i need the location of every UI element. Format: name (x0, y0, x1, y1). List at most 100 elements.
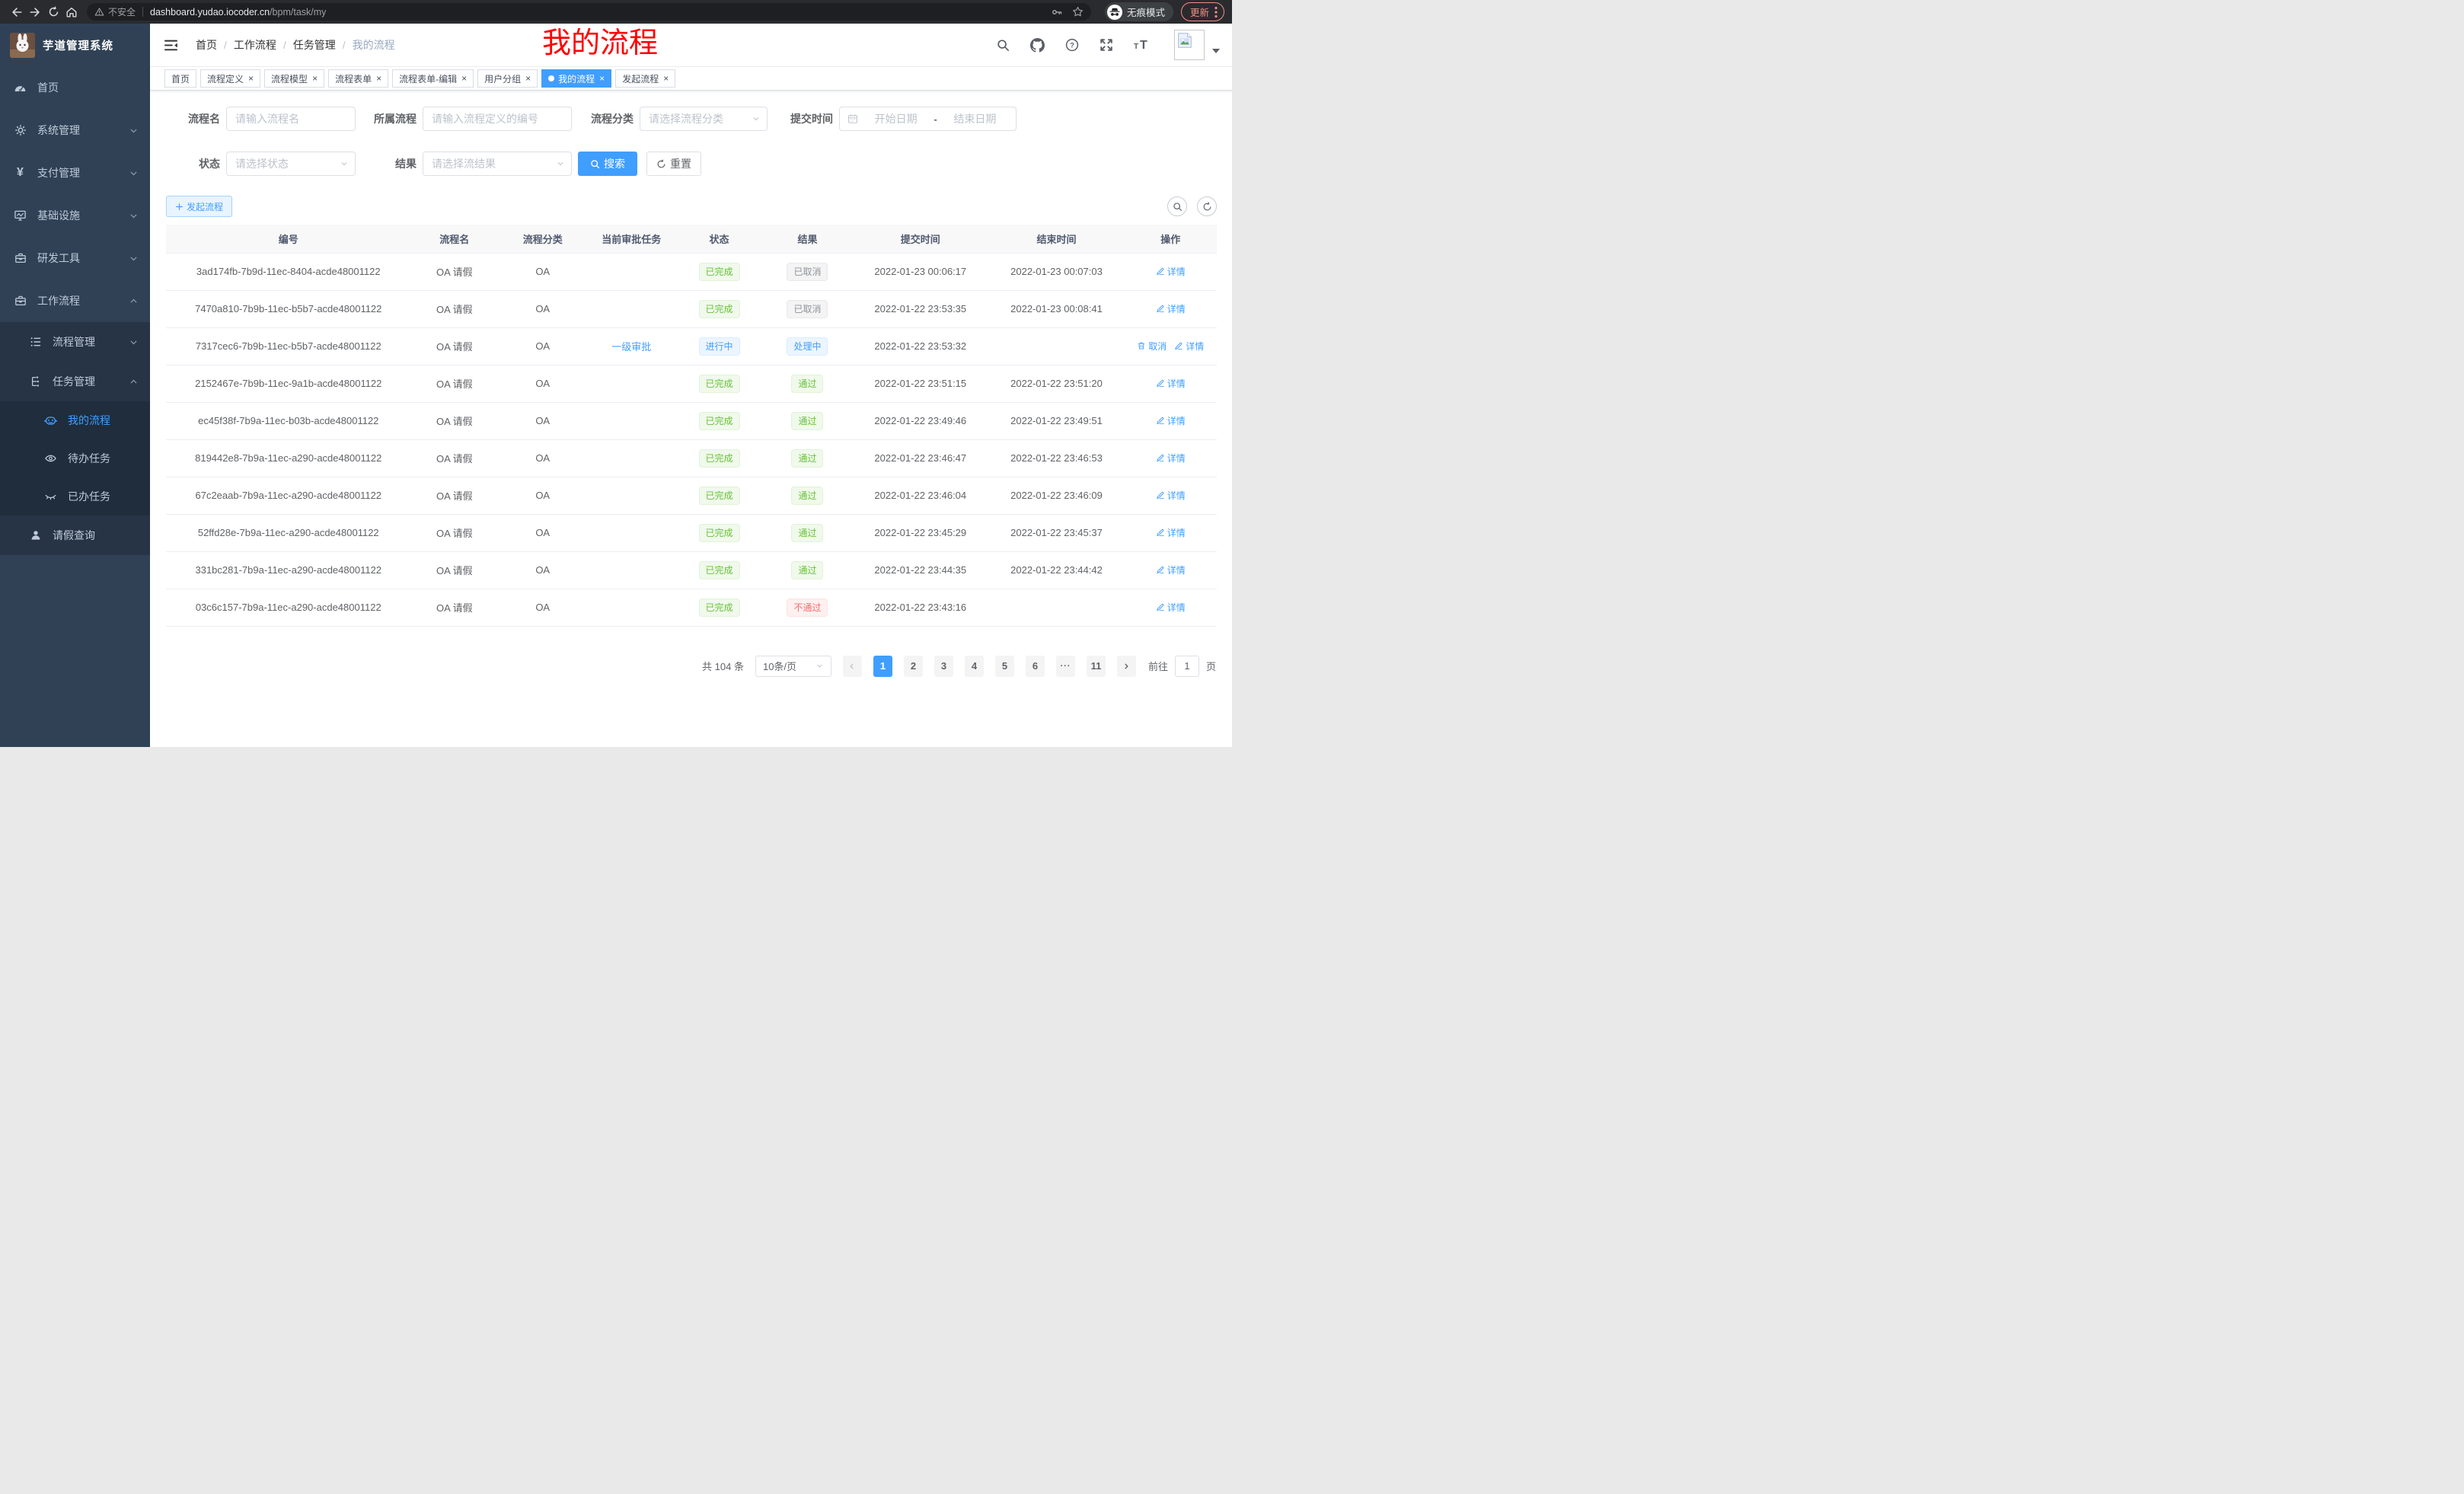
close-icon[interactable]: × (461, 74, 467, 83)
bookmark-star-icon[interactable] (1072, 6, 1084, 18)
user-menu[interactable] (1174, 30, 1220, 60)
task-link[interactable]: 一级审批 (611, 341, 651, 353)
detail-link[interactable]: 详情 (1156, 302, 1186, 315)
process-definition-input[interactable] (423, 107, 572, 131)
chevron-down-icon (129, 337, 139, 347)
header-search-icon[interactable] (997, 39, 1010, 52)
close-icon[interactable]: × (525, 74, 531, 83)
page-button-3[interactable]: 3 (934, 656, 953, 677)
prev-page-button[interactable] (843, 656, 862, 677)
cell-id: 7317cec6-7b9b-11ec-b5b7-acde48001122 (166, 327, 411, 365)
tab-用户分组[interactable]: 用户分组× (477, 69, 538, 88)
sidebar-item-待办任务[interactable]: 待办任务 (0, 439, 150, 477)
github-icon[interactable] (1030, 38, 1045, 53)
tab-发起流程[interactable]: 发起流程× (615, 69, 675, 88)
detail-link[interactable]: 详情 (1156, 414, 1186, 427)
home-icon[interactable] (62, 4, 81, 21)
pager-ellipsis[interactable]: ··· (1056, 656, 1075, 677)
detail-link[interactable]: 详情 (1156, 265, 1186, 278)
sidebar-item-请假查询[interactable]: 请假查询 (0, 516, 150, 555)
security-label: 不安全 (108, 5, 136, 18)
close-icon[interactable]: × (248, 74, 254, 83)
sidebar-item-label: 任务管理 (53, 374, 95, 389)
breadcrumb-home[interactable]: 首页 (196, 37, 217, 53)
sidebar-item-系统管理[interactable]: 系统管理 (0, 109, 150, 152)
sidebar-item-已办任务[interactable]: 已办任务 (0, 477, 150, 516)
next-page-button[interactable] (1117, 656, 1136, 677)
status-select-input[interactable] (226, 152, 356, 176)
edit-icon (1156, 565, 1165, 574)
detail-link[interactable]: 详情 (1156, 489, 1186, 502)
close-icon[interactable]: × (376, 74, 381, 83)
fullscreen-icon[interactable] (1100, 38, 1113, 52)
sidebar-item-任务管理[interactable]: 任务管理 (0, 362, 150, 401)
search-button[interactable]: 搜索 (578, 152, 637, 176)
page-button-5[interactable]: 5 (995, 656, 1014, 677)
help-icon[interactable]: ? (1065, 38, 1079, 52)
page-button-6[interactable]: 6 (1026, 656, 1045, 677)
tab-首页[interactable]: 首页 (164, 69, 196, 88)
close-icon[interactable]: × (599, 74, 605, 83)
detail-link[interactable]: 详情 (1156, 563, 1186, 576)
create-process-button[interactable]: 发起流程 (166, 196, 232, 217)
page-button-11[interactable]: 11 (1087, 656, 1106, 677)
breadcrumb-workflow[interactable]: 工作流程 (234, 37, 276, 53)
sidebar-item-首页[interactable]: 首页 (0, 66, 150, 109)
sidebar-item-工作流程[interactable]: 工作流程 (0, 279, 150, 322)
cell-name: OA 请假 (411, 514, 499, 551)
detail-link[interactable]: 详情 (1174, 340, 1204, 353)
app-logo[interactable]: 芋道管理系统 (0, 24, 150, 66)
detail-link[interactable]: 详情 (1156, 452, 1186, 464)
close-icon[interactable]: × (663, 74, 669, 83)
cancel-link[interactable]: 取消 (1137, 340, 1167, 353)
result-select[interactable] (423, 152, 572, 176)
chevron-down-icon (340, 159, 349, 168)
page-size-select[interactable]: 10条/页 (755, 656, 831, 677)
goto-page-input[interactable] (1175, 656, 1199, 677)
action-label: 详情 (1186, 340, 1204, 353)
security-chip[interactable]: 不安全 (94, 5, 136, 18)
address-bar[interactable]: 不安全 dashboard.yudao.iocoder.cn/bpm/task/… (87, 3, 1091, 21)
sidebar-item-研发工具[interactable]: 研发工具 (0, 237, 150, 279)
result-tag: 通过 (791, 561, 823, 579)
tab-流程模型[interactable]: 流程模型× (264, 69, 324, 88)
filter-row-1: 流程名 所属流程 流程分类 提交时间 开始日期 - 结束日期 (166, 107, 1217, 131)
cell-name: OA 请假 (411, 253, 499, 290)
sidebar-item-支付管理[interactable]: ¥支付管理 (0, 152, 150, 194)
font-size-icon[interactable]: TT (1134, 39, 1151, 51)
detail-link[interactable]: 详情 (1156, 377, 1186, 390)
sidebar-item-基础设施[interactable]: 基础设施 (0, 194, 150, 237)
tab-我的流程[interactable]: 我的流程× (541, 69, 611, 88)
sidebar-item-流程管理[interactable]: 流程管理 (0, 322, 150, 362)
sidebar-item-我的流程[interactable]: 我的流程 (0, 401, 150, 439)
tab-流程表单[interactable]: 流程表单× (328, 69, 388, 88)
detail-link[interactable]: 详情 (1156, 601, 1186, 614)
category-select-input[interactable] (640, 107, 768, 131)
screen: 不安全 dashboard.yudao.iocoder.cn/bpm/task/… (0, 0, 1232, 747)
toggle-search-icon-button[interactable] (1167, 196, 1187, 216)
reload-icon[interactable] (44, 4, 62, 21)
submit-time-range-picker[interactable]: 开始日期 - 结束日期 (839, 107, 1017, 131)
cell-status: 已完成 (675, 253, 763, 290)
avatar-broken-image[interactable] (1174, 30, 1205, 60)
result-select-input[interactable] (423, 152, 572, 176)
refresh-table-icon-button[interactable] (1197, 196, 1217, 216)
close-icon[interactable]: × (312, 74, 318, 83)
cell-id: 331bc281-7b9a-11ec-a290-acde48001122 (166, 551, 411, 589)
key-icon[interactable] (1051, 6, 1063, 18)
back-icon[interactable] (8, 4, 26, 21)
tab-流程定义[interactable]: 流程定义× (200, 69, 260, 88)
sidebar-fold-icon[interactable] (164, 40, 177, 51)
page-button-2[interactable]: 2 (904, 656, 923, 677)
process-name-input[interactable] (226, 107, 356, 131)
tab-流程表单-编辑[interactable]: 流程表单-编辑× (392, 69, 474, 88)
breadcrumb-task[interactable]: 任务管理 (293, 37, 336, 53)
reset-button[interactable]: 重置 (646, 152, 701, 176)
category-select[interactable] (640, 107, 768, 131)
detail-link[interactable]: 详情 (1156, 526, 1186, 539)
browser-menu-update-button[interactable]: 更新 (1181, 2, 1224, 21)
forward-icon[interactable] (26, 4, 44, 21)
status-select[interactable] (226, 152, 356, 176)
page-button-1[interactable]: 1 (873, 656, 892, 677)
page-button-4[interactable]: 4 (965, 656, 984, 677)
